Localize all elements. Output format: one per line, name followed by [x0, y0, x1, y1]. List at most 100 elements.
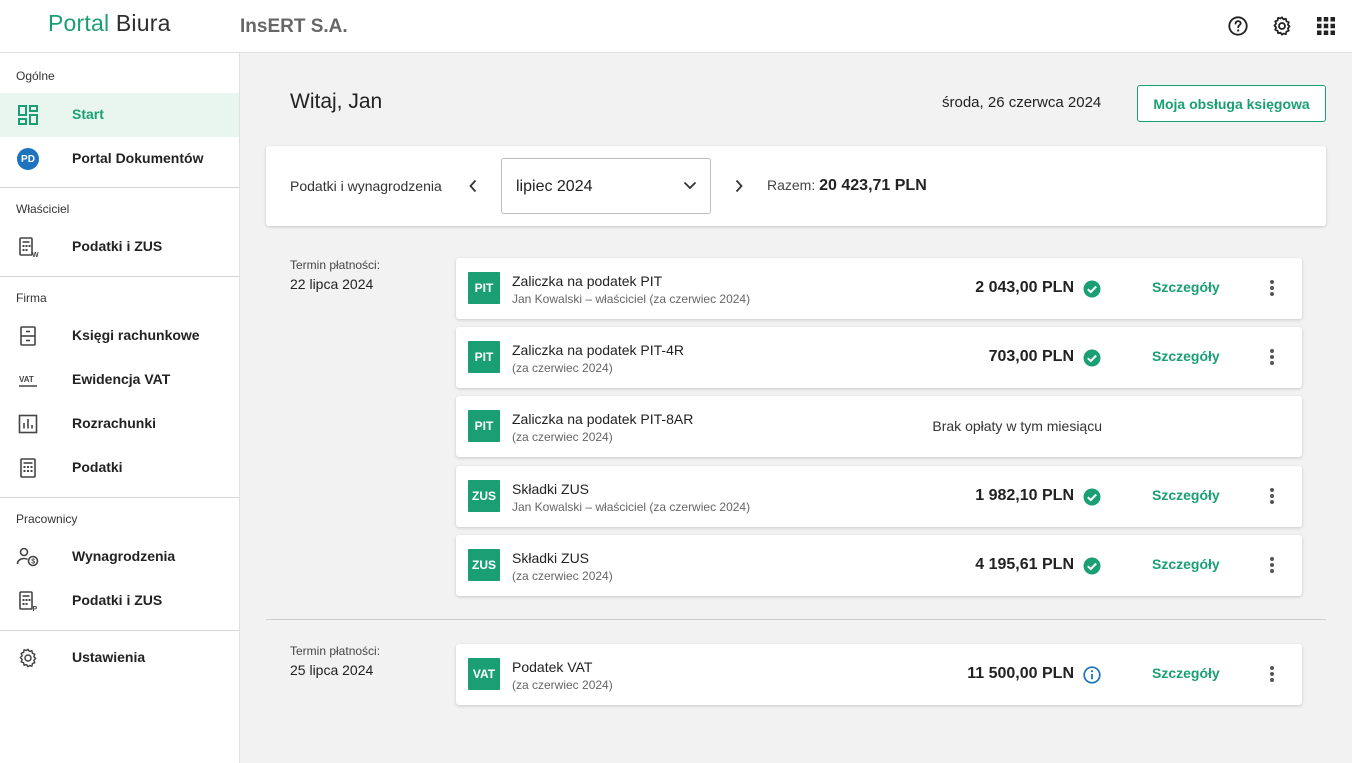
sidebar-divider	[0, 630, 239, 631]
payment-title: Składki ZUS	[512, 481, 590, 497]
accounting-service-button[interactable]: Moja obsługa księgowa	[1137, 85, 1326, 122]
payment-term: Termin płatności: 22 lipca 2024	[290, 258, 380, 292]
payment-term-date: 25 lipca 2024	[290, 662, 374, 678]
calculator-w-icon: W	[16, 235, 40, 259]
more-vert-icon[interactable]	[1262, 345, 1282, 369]
payment-term: Termin płatności: 25 lipca 2024	[290, 644, 380, 678]
payment-row-pit: PIT Zaliczka na podatek PIT Jan Kowalski…	[456, 258, 1302, 319]
sidebar-item-label: Ustawienia	[72, 649, 146, 665]
dashboard-icon	[16, 103, 40, 127]
sidebar-item-podatki[interactable]: Podatki	[0, 446, 239, 490]
company-name: InsERT S.A.	[240, 16, 348, 37]
check-circle-icon	[1082, 487, 1102, 507]
payment-title: Składki ZUS	[512, 550, 590, 566]
details-link[interactable]: Szczegóły	[1152, 487, 1220, 503]
settings-gear-icon[interactable]	[1270, 14, 1294, 38]
sidebar-item-label: Podatki i ZUS	[72, 592, 163, 608]
svg-text:VAT: VAT	[19, 375, 34, 384]
total-value: 20 423,71 PLN	[819, 177, 927, 194]
info-circle-icon[interactable]	[1082, 665, 1102, 685]
sidebar-item-ewidencja-vat[interactable]: VAT Ewidencja VAT	[0, 358, 239, 402]
bar-chart-icon	[16, 412, 40, 436]
details-link[interactable]: Szczegóły	[1152, 665, 1220, 681]
sidebar-item-rozrachunki[interactable]: Rozrachunki	[0, 402, 239, 446]
payment-row-vat: VAT Podatek VAT (za czerwiec 2024) 11 50…	[456, 644, 1302, 705]
payment-subtitle: Jan Kowalski – właściciel (za czerwiec 2…	[512, 500, 751, 514]
payment-amount: 11 500,00 PLN	[967, 665, 1074, 682]
payment-amount: 2 043,00 PLN	[975, 279, 1074, 296]
sidebar-item-portal-dokumentow[interactable]: PD Portal Dokumentów	[0, 137, 239, 181]
total-label: Razem:	[767, 177, 816, 193]
portal-biura-logo[interactable]: Portal Biura	[48, 10, 171, 37]
check-circle-icon	[1082, 556, 1102, 576]
sidebar-item-wynagrodzenia[interactable]: $ Wynagrodzenia	[0, 535, 239, 579]
no-payment-note: Brak opłaty w tym miesiącu	[932, 418, 1102, 434]
payment-title: Zaliczka na podatek PIT	[512, 273, 663, 289]
calculator-icon	[16, 456, 40, 480]
sidebar-item-label: Rozrachunki	[72, 415, 157, 431]
ledger-icon	[16, 324, 40, 348]
details-link[interactable]: Szczegóły	[1152, 279, 1220, 295]
sidebar-divider	[0, 497, 239, 498]
sidebar-item-label: Wynagrodzenia	[72, 548, 176, 564]
pd-badge-icon: PD	[16, 147, 40, 171]
payment-subtitle: (za czerwiec 2024)	[512, 361, 613, 375]
pd-badge: PD	[17, 148, 39, 170]
sidebar-item-label: Podatki	[72, 459, 123, 475]
month-select-value: lipiec 2024	[516, 178, 593, 195]
payment-row-pit-8ar: PIT Zaliczka na podatek PIT-8AR (za czer…	[456, 396, 1302, 457]
more-vert-icon[interactable]	[1262, 484, 1282, 508]
payment-type-tag: PIT	[468, 272, 500, 304]
sidebar-divider	[0, 276, 239, 277]
payment-row-pit-4r: PIT Zaliczka na podatek PIT-4R (za czerw…	[456, 327, 1302, 388]
sidebar-item-label: Księgi rachunkowe	[72, 327, 200, 343]
logo-part-biura: Biura	[115, 10, 171, 36]
payment-type-tag: ZUS	[468, 549, 500, 581]
sidebar-divider	[0, 187, 239, 188]
filter-card: Podatki i wynagrodzenia lipiec 2024 Raze…	[266, 146, 1326, 226]
payment-subtitle: (za czerwiec 2024)	[512, 430, 613, 444]
payment-subtitle: Jan Kowalski – właściciel (za czerwiec 2…	[512, 292, 751, 306]
group-divider	[266, 619, 1326, 620]
chevron-down-icon	[682, 177, 698, 198]
payment-term-label: Termin płatności:	[290, 258, 381, 272]
month-select[interactable]: lipiec 2024	[501, 158, 711, 214]
more-vert-icon[interactable]	[1262, 662, 1282, 686]
previous-month-chevron-left-icon[interactable]	[463, 176, 483, 196]
calculator-p-icon: P	[16, 589, 40, 613]
payment-amount: 4 195,61 PLN	[975, 556, 1074, 573]
sidebar-item-start[interactable]: Start	[0, 93, 239, 137]
help-icon[interactable]	[1226, 14, 1250, 38]
sidebar-item-ustawienia[interactable]: Ustawienia	[0, 636, 239, 680]
sidebar-item-ksiegi[interactable]: Księgi rachunkowe	[0, 314, 239, 358]
more-vert-icon[interactable]	[1262, 553, 1282, 577]
svg-text:W: W	[32, 252, 39, 258]
payment-type-tag: ZUS	[468, 480, 500, 512]
payment-title: Zaliczka na podatek PIT-8AR	[512, 411, 694, 427]
check-circle-icon	[1082, 279, 1102, 299]
details-link[interactable]: Szczegóły	[1152, 348, 1220, 364]
payment-row-zus-owner: ZUS Składki ZUS Jan Kowalski – właścicie…	[456, 466, 1302, 527]
payment-subtitle: (za czerwiec 2024)	[512, 569, 613, 583]
sidebar-item-label: Podatki i ZUS	[72, 238, 163, 254]
settings-gear-icon	[16, 646, 40, 670]
details-link[interactable]: Szczegóły	[1152, 556, 1220, 572]
total-sum: Razem: 20 423,71 PLN	[767, 177, 927, 195]
apps-grid-icon[interactable]	[1314, 14, 1338, 38]
sidebar-section-firma: Firma	[16, 291, 47, 305]
top-bar: Portal Biura InsERT S.A.	[0, 0, 1352, 53]
sidebar-section-pracownicy: Pracownicy	[16, 512, 78, 526]
payment-subtitle: (za czerwiec 2024)	[512, 678, 613, 692]
next-month-chevron-right-icon[interactable]	[729, 176, 749, 196]
more-vert-icon[interactable]	[1262, 276, 1282, 300]
payment-type-tag: VAT	[468, 658, 500, 690]
payment-type-tag: PIT	[468, 410, 500, 442]
sidebar-item-owner-taxes-zus[interactable]: W Podatki i ZUS	[0, 225, 239, 269]
payment-term-date: 22 lipca 2024	[290, 276, 374, 292]
payment-title: Podatek VAT	[512, 659, 593, 675]
filter-label: Podatki i wynagrodzenia	[290, 178, 442, 194]
sidebar-item-employee-taxes-zus[interactable]: P Podatki i ZUS	[0, 579, 239, 623]
payment-amount: 1 982,10 PLN	[975, 487, 1074, 504]
payment-row-zus: ZUS Składki ZUS (za czerwiec 2024) 4 195…	[456, 535, 1302, 596]
sidebar-item-label: Portal Dokumentów	[72, 150, 204, 166]
